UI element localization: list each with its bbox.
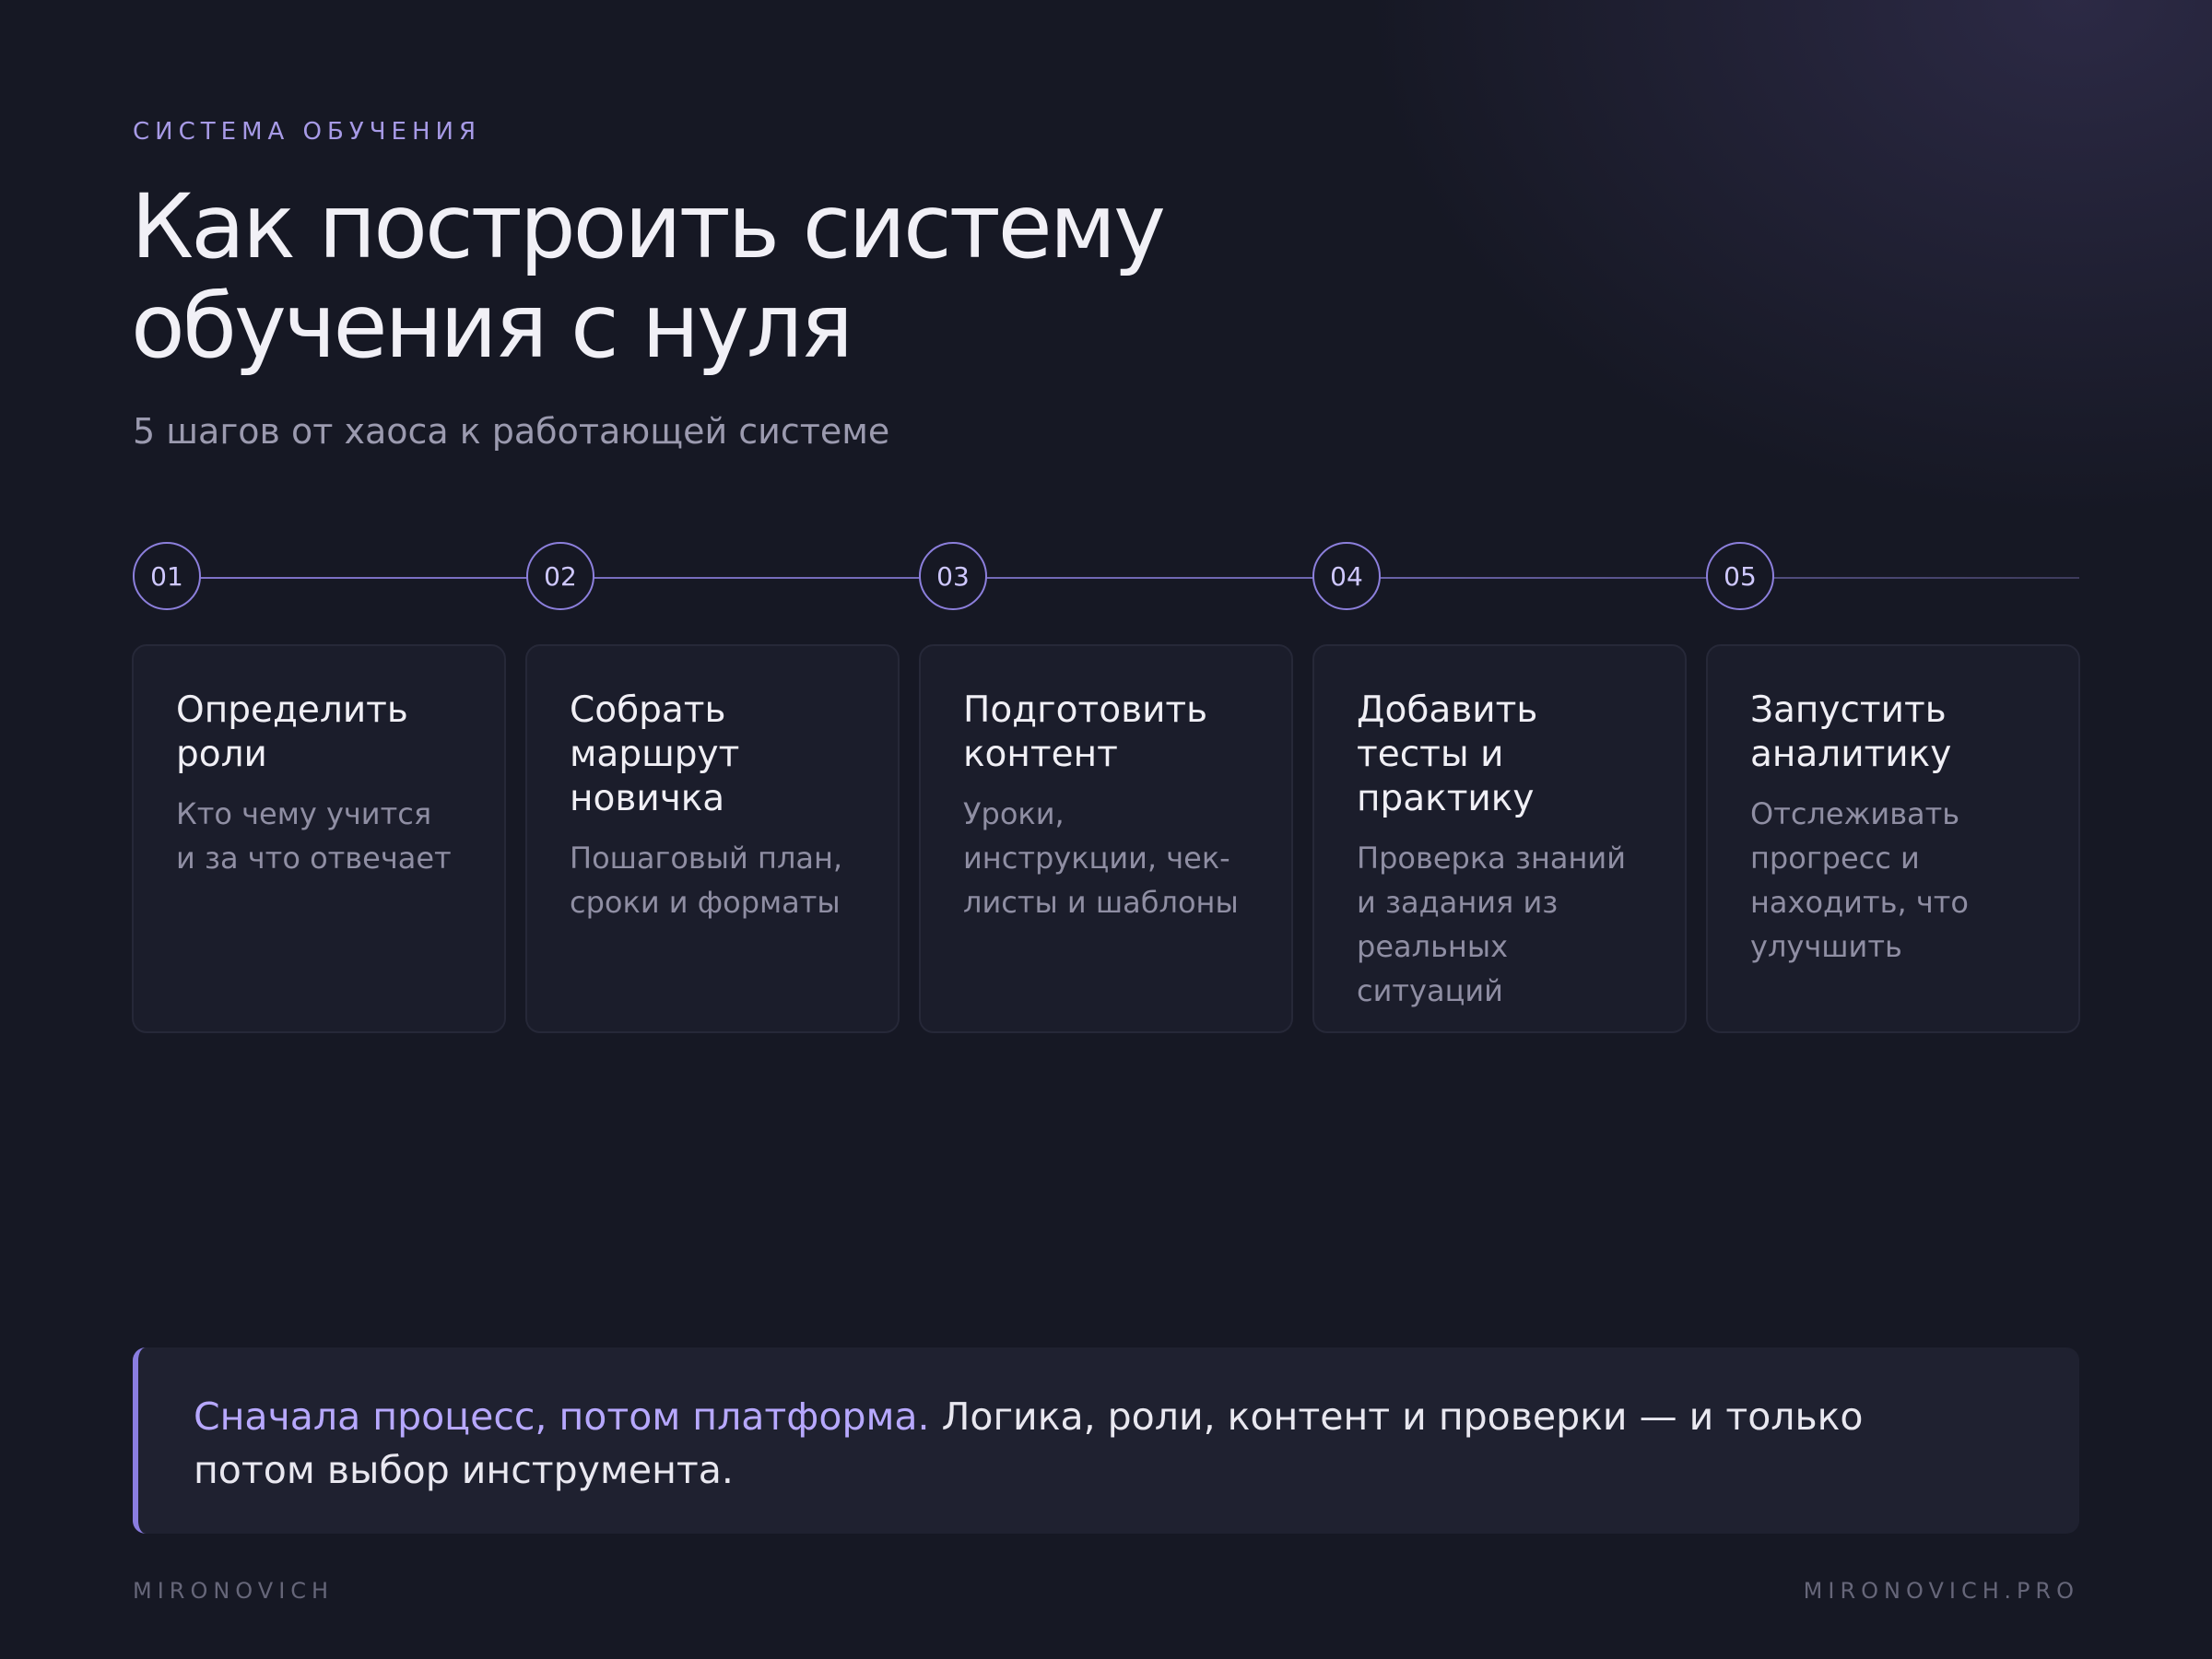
step-description: Пошаговый план, сроки и форматы [570,841,843,920]
step-card-4: Добавить тесты и практику Проверка знани… [1312,644,1687,1033]
step-description: Кто чему учится и за что отвечает [176,796,452,876]
step-title: Определить роли [176,689,408,775]
eyebrow-label: Система обучения [133,118,482,146]
step-card-2: Собрать маршрут новичка Пошаговый план, … [525,644,900,1033]
timeline-line [157,577,2079,579]
footer-brand: MIRONOVICH [133,1578,335,1604]
footer-website: MIRONOVICH.PRO [1803,1578,2079,1604]
page-subtitle: 5 шагов от хаоса к работающей системе [133,411,890,452]
step-description: Проверка знаний и задания из реальных си… [1357,841,1626,1008]
callout-highlight: Сначала процесс, потом платформа. [194,1394,930,1439]
step-number-3: 03 [919,542,987,610]
step-title: Собрать маршрут новичка [570,689,740,819]
step-number-2: 02 [526,542,594,610]
step-card-5: Запустить аналитику Отслеживать прогресс… [1706,644,2080,1033]
step-description: Уроки, инструкции, чек-листы и шаблоны [963,796,1239,920]
step-description: Отслеживать прогресс и находить, что улу… [1750,796,1969,964]
step-number-1: 01 [133,542,201,610]
callout-box: Сначала процесс, потом платформа. Логика… [133,1347,2079,1534]
step-card-1: Определить роли Кто чему учится и за что… [132,644,506,1033]
step-title: Добавить тесты и практику [1357,689,1538,819]
step-title: Запустить аналитику [1750,689,1952,775]
step-title: Подготовить контент [963,689,1208,775]
step-number-5: 05 [1706,542,1774,610]
step-number-4: 04 [1312,542,1381,610]
page-title: Как построить систему обучения с нуля [131,175,1166,378]
step-card-3: Подготовить контент Уроки, инструкции, ч… [919,644,1293,1033]
slide: Система обучения Как построить систему о… [0,0,2212,1659]
